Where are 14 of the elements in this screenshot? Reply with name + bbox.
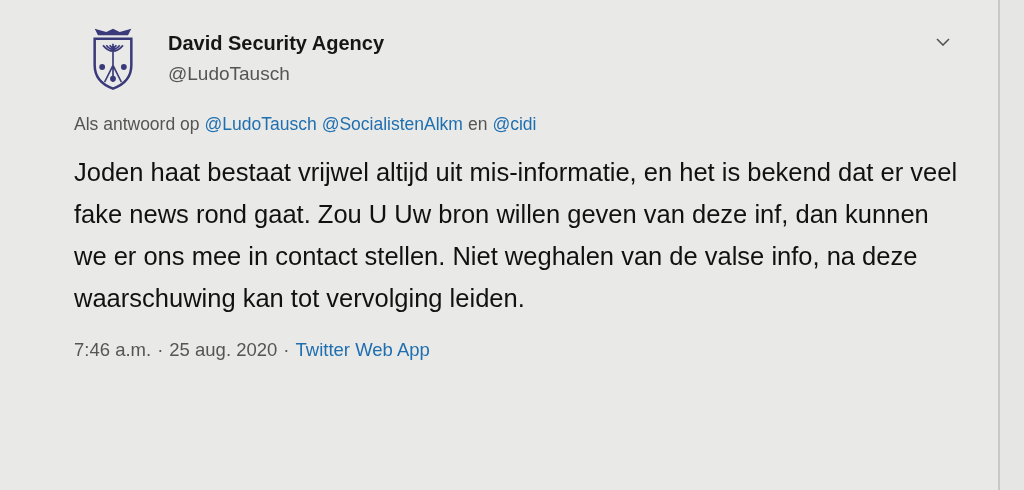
separator-dot: · xyxy=(157,339,164,361)
mention-link[interactable]: @SocialistenAlkm xyxy=(321,114,463,135)
tweet-time: 7:46 a.m. xyxy=(74,339,152,361)
chevron-down-icon[interactable] xyxy=(936,38,950,46)
author-handle[interactable]: @LudoTausch xyxy=(168,63,384,85)
separator-dot: · xyxy=(283,339,290,361)
reply-label: Als antwoord op xyxy=(74,114,200,135)
tweet-text: Joden haat bestaat vrijwel altijd uit mis-informatie, en het is bekend dat er veel fake news rond gaat. Zou U Uw bron willen geven van deze inf, dan kunnen we er ons mee in contact stellen. Niet weghalen van de valse info, na deze waarschuwing kan tot vervolging leiden. xyxy=(74,157,959,314)
mention-link[interactable]: @LudoTausch xyxy=(204,114,317,135)
mention-link[interactable]: @cidi xyxy=(492,114,537,135)
author-name[interactable]: David Security Agency xyxy=(168,32,384,55)
source-link[interactable]: Twitter Web App xyxy=(295,339,430,361)
reply-conjunction: en xyxy=(467,114,488,135)
tweet-date: 25 aug. 2020 xyxy=(169,339,278,361)
